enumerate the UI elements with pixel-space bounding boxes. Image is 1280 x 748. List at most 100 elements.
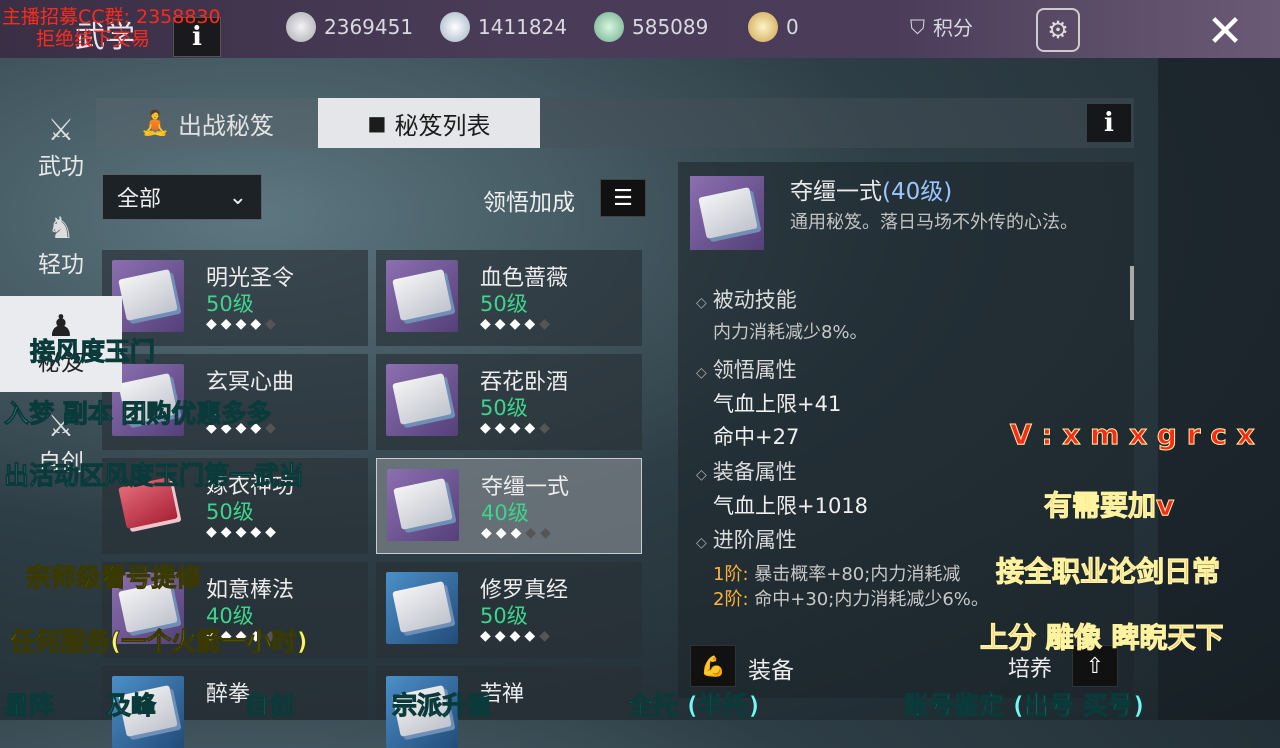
detail-level: (40级) — [882, 179, 953, 205]
nav-lightness[interactable]: ♞ 轻功 — [0, 198, 122, 294]
overlay-text: V : x m x g r c x — [1010, 418, 1256, 452]
star-filled: ◆ — [480, 420, 495, 436]
book-level: 50级 — [480, 396, 528, 420]
overlay-text: 有需要加v — [1043, 489, 1175, 523]
tab-battle-books[interactable]: 🧘 出战秘笈 — [96, 98, 318, 148]
book-icon — [392, 581, 452, 633]
overlay-text: 宗派升重 — [391, 691, 493, 721]
book-card[interactable]: 夺缰一式 40级 ◆◆◆◆◆ — [376, 458, 642, 554]
book-card[interactable]: 吞花卧酒 50级 ◆◆◆◆◆ — [376, 354, 642, 450]
book-level: 40级 — [481, 501, 529, 525]
star-filled: ◆ — [235, 316, 251, 332]
comprehend-line: 命中+27 — [713, 425, 800, 449]
tab-battle-label: 出战秘笈 — [177, 111, 274, 140]
star-rating: ◆◆◆◆◆ — [480, 420, 554, 436]
star-filled: ◆ — [481, 525, 496, 541]
resource-gold-value: 0 — [786, 15, 799, 39]
star-filled: ◆ — [509, 316, 525, 332]
equip-attr-line: 气血上限+1018 — [713, 494, 869, 518]
overlay-text: 及峰 — [105, 691, 157, 721]
resource-bowl: 1411824 — [440, 12, 567, 42]
equip-button-label[interactable]: 装备 — [748, 651, 794, 685]
nav-martial[interactable]: ⚔ 武功 — [0, 100, 122, 196]
detail-name: 夺缰一式 — [790, 179, 882, 205]
gold-bowl-icon — [748, 12, 778, 42]
arm-icon[interactable]: 💪 — [690, 645, 736, 687]
star-filled: ◆ — [206, 524, 221, 540]
advance-line: 1阶: 暴击概率+80;内力消耗减 — [713, 564, 961, 585]
star-filled: ◆ — [220, 316, 236, 332]
resource-jade: 585089 — [594, 12, 708, 42]
list-icon[interactable]: ☰ — [600, 179, 646, 217]
star-filled: ◆ — [250, 524, 266, 540]
points-label: 积分 — [933, 16, 973, 40]
star-rating: ◆◆◆◆◆ — [480, 628, 554, 644]
detail-description: 通用秘笈。落日马场不外传的心法。 — [790, 212, 1078, 233]
star-empty: ◆ — [265, 316, 280, 332]
silver-coin-icon — [286, 12, 316, 42]
bowl-icon — [440, 12, 470, 42]
book-thumb — [386, 260, 458, 332]
lightness-icon: ♞ — [47, 211, 75, 246]
passive-header: ◇ 被动技能 — [696, 288, 797, 312]
star-empty: ◆ — [525, 525, 541, 541]
star-filled: ◆ — [510, 525, 526, 541]
list-info-button[interactable]: i — [1087, 104, 1131, 142]
passive-text: 内力消耗减少8%。 — [713, 322, 868, 343]
star-empty: ◆ — [539, 420, 554, 436]
star-filled: ◆ — [509, 420, 525, 436]
book-level: 50级 — [480, 604, 528, 628]
filter-value: 全部 — [117, 187, 162, 212]
settings-gear-icon[interactable]: ⚙ — [1036, 8, 1080, 52]
overlay-text: 出活动区风度玉门第一武当 — [3, 461, 305, 491]
book-level: 50级 — [480, 292, 528, 316]
points-button[interactable]: ⛉ 积分 — [910, 12, 973, 41]
star-filled: ◆ — [494, 420, 510, 436]
scrollbar[interactable] — [1130, 266, 1134, 320]
book-level: 50级 — [206, 500, 254, 524]
book-icon — [392, 269, 452, 321]
book-thumb — [112, 260, 184, 332]
star-filled: ◆ — [509, 628, 525, 644]
tab-list-label: 秘笈列表 — [394, 111, 491, 140]
resource-gold-bowl: 0 — [748, 12, 799, 42]
star-filled: ◆ — [265, 524, 280, 540]
resource-jade-value: 585089 — [632, 15, 709, 39]
star-filled: ◆ — [524, 420, 540, 436]
jade-icon — [594, 12, 624, 42]
star-rating: ◆◆◆◆◆ — [481, 525, 555, 541]
chevron-down-icon: ⌄ — [228, 184, 247, 210]
star-filled: ◆ — [495, 525, 511, 541]
star-rating: ◆◆◆◆◆ — [206, 524, 280, 540]
book-name: 玄冥心曲 — [206, 370, 295, 395]
overlay-text: 星阵 — [3, 691, 55, 721]
resource-silver-value: 2369451 — [324, 15, 414, 39]
star-filled: ◆ — [524, 628, 540, 644]
close-icon[interactable]: ✕ — [1190, 0, 1260, 62]
bonus-label: 领悟加成 — [483, 190, 575, 216]
overlay-text: 接风度玉门 — [29, 337, 156, 367]
book-icon: ■ — [367, 111, 387, 135]
book-card[interactable]: 修罗真经 50级 ◆◆◆◆◆ — [376, 562, 642, 658]
advance-header: ◇ 进阶属性 — [696, 528, 797, 552]
book-icon — [392, 373, 452, 425]
tab-book-list[interactable]: ■ 秘笈列表 — [318, 98, 540, 148]
book-thumb — [386, 364, 458, 436]
book-icon — [393, 478, 453, 530]
overlay-text: 接全职业论剑日常 — [995, 555, 1221, 589]
nav-label: 轻功 — [38, 252, 84, 278]
star-filled: ◆ — [494, 628, 510, 644]
book-card[interactable]: 血色蔷薇 50级 ◆◆◆◆◆ — [376, 250, 642, 346]
star-rating: ◆◆◆◆◆ — [480, 316, 554, 332]
detail-title: 夺缰一式(40级) — [790, 172, 952, 206]
comprehend-header: ◇ 领悟属性 — [696, 358, 797, 382]
book-level: 50级 — [206, 292, 254, 316]
tab-strip — [540, 98, 1134, 148]
book-icon — [118, 269, 178, 321]
star-rating: ◆◆◆◆◆ — [206, 316, 280, 332]
overlay-text: 账号鉴定 (出号 买号) — [903, 691, 1145, 721]
book-thumb — [386, 572, 458, 644]
overlay-text: 宗师级看号提修 — [25, 563, 202, 593]
overlay-text: 自创 — [243, 691, 295, 721]
category-filter-select[interactable]: 全部 ⌄ — [102, 174, 262, 220]
